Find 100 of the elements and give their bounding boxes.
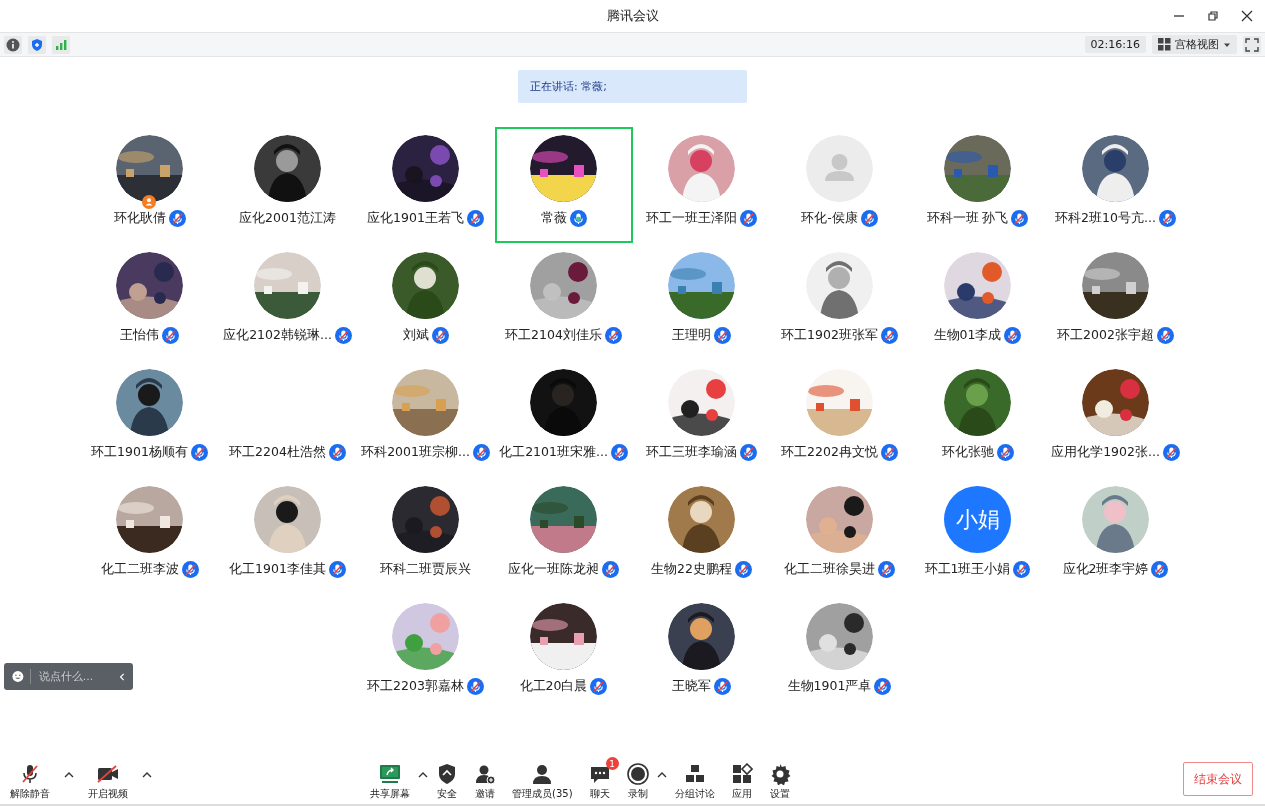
participant-tile[interactable]: 王晓军 xyxy=(632,595,771,711)
start-video-button[interactable]: 开启视频 xyxy=(80,757,136,801)
participant-tile[interactable]: 化工1901李佳其 xyxy=(218,478,357,594)
participant-tile[interactable]: 环化-侯康 xyxy=(770,127,909,243)
chat-button[interactable]: 1 聊天 xyxy=(580,757,619,801)
participant-tile[interactable]: 化工二班李波 xyxy=(80,478,219,594)
participant-tile[interactable]: 环化耿倩 xyxy=(80,127,219,243)
participant-name: 刘斌 xyxy=(402,327,429,344)
participant-name: 常薇 xyxy=(540,210,567,227)
participant-tile[interactable]: 王理明 xyxy=(632,244,771,360)
participant-tile[interactable]: 环化张驰 xyxy=(908,361,1047,477)
chat-input[interactable]: 说点什么... xyxy=(29,669,113,684)
participant-name: 生物01李成 xyxy=(933,327,1002,344)
participant-tile[interactable]: 应化1901王若飞 xyxy=(356,127,495,243)
apps-button[interactable]: 应用 xyxy=(722,757,761,801)
collapse-icon[interactable] xyxy=(118,671,125,682)
participant-tile[interactable]: 小娟 环工1班王小娟 xyxy=(908,478,1047,594)
participant-tile[interactable]: 环科2001班宗柳... xyxy=(356,361,495,477)
chat-bar[interactable]: 说点什么... xyxy=(4,663,133,690)
participant-name: 应化一班陈龙昶 xyxy=(508,561,599,578)
participant-tile[interactable]: 环工1902班张军 xyxy=(770,244,909,360)
participant-tile[interactable]: 生物1901严卓 xyxy=(770,595,909,711)
unread-badge: 1 xyxy=(605,757,619,770)
participant-tile[interactable]: 常薇 xyxy=(494,127,633,243)
record-button[interactable]: 录制 xyxy=(618,757,657,801)
participant-name: 化工二班李波 xyxy=(100,561,179,578)
emoji-icon[interactable] xyxy=(12,669,24,684)
participant-tile[interactable]: 环工2204杜浩然 xyxy=(218,361,357,477)
participant-tile[interactable]: 应化2班李宇婷 xyxy=(1046,478,1185,594)
participant-tile[interactable]: 生物01李成 xyxy=(908,244,1047,360)
participant-name: 王晓军 xyxy=(672,678,711,695)
shield-icon[interactable] xyxy=(28,35,46,54)
video-off-icon xyxy=(96,763,120,785)
breakout-button[interactable]: 分组讨论 xyxy=(666,757,723,801)
participant-tile[interactable]: 环工2104刘佳乐 xyxy=(494,244,633,360)
participant-name: 环工2002张宇超 xyxy=(1057,327,1154,344)
members-button[interactable]: 管理成员(35) xyxy=(504,757,581,801)
record-icon xyxy=(626,763,649,785)
participant-tile[interactable]: 刘斌 xyxy=(356,244,495,360)
participant-tile[interactable]: 化工2101班宋雅... xyxy=(494,361,633,477)
participant-tile[interactable]: 生物22史鹏程 xyxy=(632,478,771,594)
participant-tile[interactable]: 应化一班陈龙昶 xyxy=(494,478,633,594)
invite-button[interactable]: 邀请 xyxy=(466,757,504,801)
share-button[interactable]: 共享屏幕 xyxy=(362,757,418,801)
participant-name: 应化1901王若飞 xyxy=(367,210,464,227)
fullscreen-icon[interactable] xyxy=(1243,35,1261,54)
participant-tile[interactable]: 环科2班10号亢... xyxy=(1046,127,1185,243)
caret-icon xyxy=(1223,41,1231,48)
participant-name: 王怡伟 xyxy=(120,327,159,344)
participant-name: 化工1901李佳其 xyxy=(229,561,326,578)
participant-name: 化工20白晨 xyxy=(519,678,588,695)
close-icon[interactable] xyxy=(1241,10,1253,22)
participant-tile[interactable]: 环工三班李瑜涵 xyxy=(632,361,771,477)
participant-name: 生物22史鹏程 xyxy=(651,561,732,578)
participant-name: 应化2102韩锐琳... xyxy=(223,327,332,344)
participant-name: 环工2203郭嘉林 xyxy=(367,678,464,695)
participant-name: 化工二班徐昊进 xyxy=(784,561,875,578)
end-meeting-button[interactable]: 结束会议 xyxy=(1183,762,1253,796)
participant-tile[interactable]: 应用化学1902张... xyxy=(1046,361,1185,477)
participant-tile[interactable]: 应化2001范江涛 xyxy=(218,127,357,243)
participant-name: 环工2202冉文悦 xyxy=(781,444,878,461)
unmute-button[interactable]: 解除静音 xyxy=(2,757,58,801)
participant-name: 环工一班王泽阳 xyxy=(646,210,737,227)
participant-tile[interactable]: 环工一班王泽阳 xyxy=(632,127,771,243)
participant-name: 环化耿倩 xyxy=(113,210,166,227)
participant-name: 环工2204杜浩然 xyxy=(229,444,326,461)
participant-name: 环科二班贾辰兴 xyxy=(380,561,471,578)
participant-tile[interactable]: 环工2202冉文悦 xyxy=(770,361,909,477)
apps-icon xyxy=(730,763,753,785)
participant-tile[interactable]: 环科一班 孙飞 xyxy=(908,127,1047,243)
grid-icon xyxy=(1158,38,1171,51)
info-icon[interactable] xyxy=(4,35,22,54)
participant-name: 环工1901杨顺有 xyxy=(91,444,188,461)
participant-tile[interactable]: 环工1901杨顺有 xyxy=(80,361,219,477)
participant-name: 化工2101班宋雅... xyxy=(499,444,608,461)
restore-icon[interactable] xyxy=(1207,10,1219,22)
view-mode-button[interactable]: 宫格视图 xyxy=(1152,35,1237,54)
participant-tile[interactable]: 应化2102韩锐琳... xyxy=(218,244,357,360)
security-button[interactable]: 安全 xyxy=(428,757,466,801)
participant-name: 环科2001班宗柳... xyxy=(361,444,470,461)
caret-icon[interactable] xyxy=(64,770,74,778)
default-avatar-icon xyxy=(806,135,873,202)
participant-tile[interactable]: 化工二班徐昊进 xyxy=(770,478,909,594)
participant-tile[interactable]: 环工2203郭嘉林 xyxy=(356,595,495,711)
participant-name: 王理明 xyxy=(672,327,711,344)
participant-name: 生物1901严卓 xyxy=(787,678,872,695)
participant-tile[interactable]: 环工2002张宇超 xyxy=(1046,244,1185,360)
window-title: 腾讯会议 xyxy=(606,7,659,25)
caret-icon[interactable] xyxy=(656,770,667,778)
caret-icon[interactable] xyxy=(142,770,152,778)
participant-name: 环工三班李瑜涵 xyxy=(646,444,737,461)
muted-mic-icon xyxy=(19,763,41,785)
caret-icon[interactable] xyxy=(418,770,428,778)
participant-name: 环工1902班张军 xyxy=(781,327,878,344)
participant-tile[interactable]: 化工20白晨 xyxy=(494,595,633,711)
participant-tile[interactable]: 王怡伟 xyxy=(80,244,219,360)
signal-icon[interactable] xyxy=(52,35,70,54)
settings-button[interactable]: 设置 xyxy=(760,757,799,801)
participant-tile[interactable]: 环科二班贾辰兴 xyxy=(356,478,495,594)
participant-name: 环科一班 孙飞 xyxy=(926,210,1009,227)
